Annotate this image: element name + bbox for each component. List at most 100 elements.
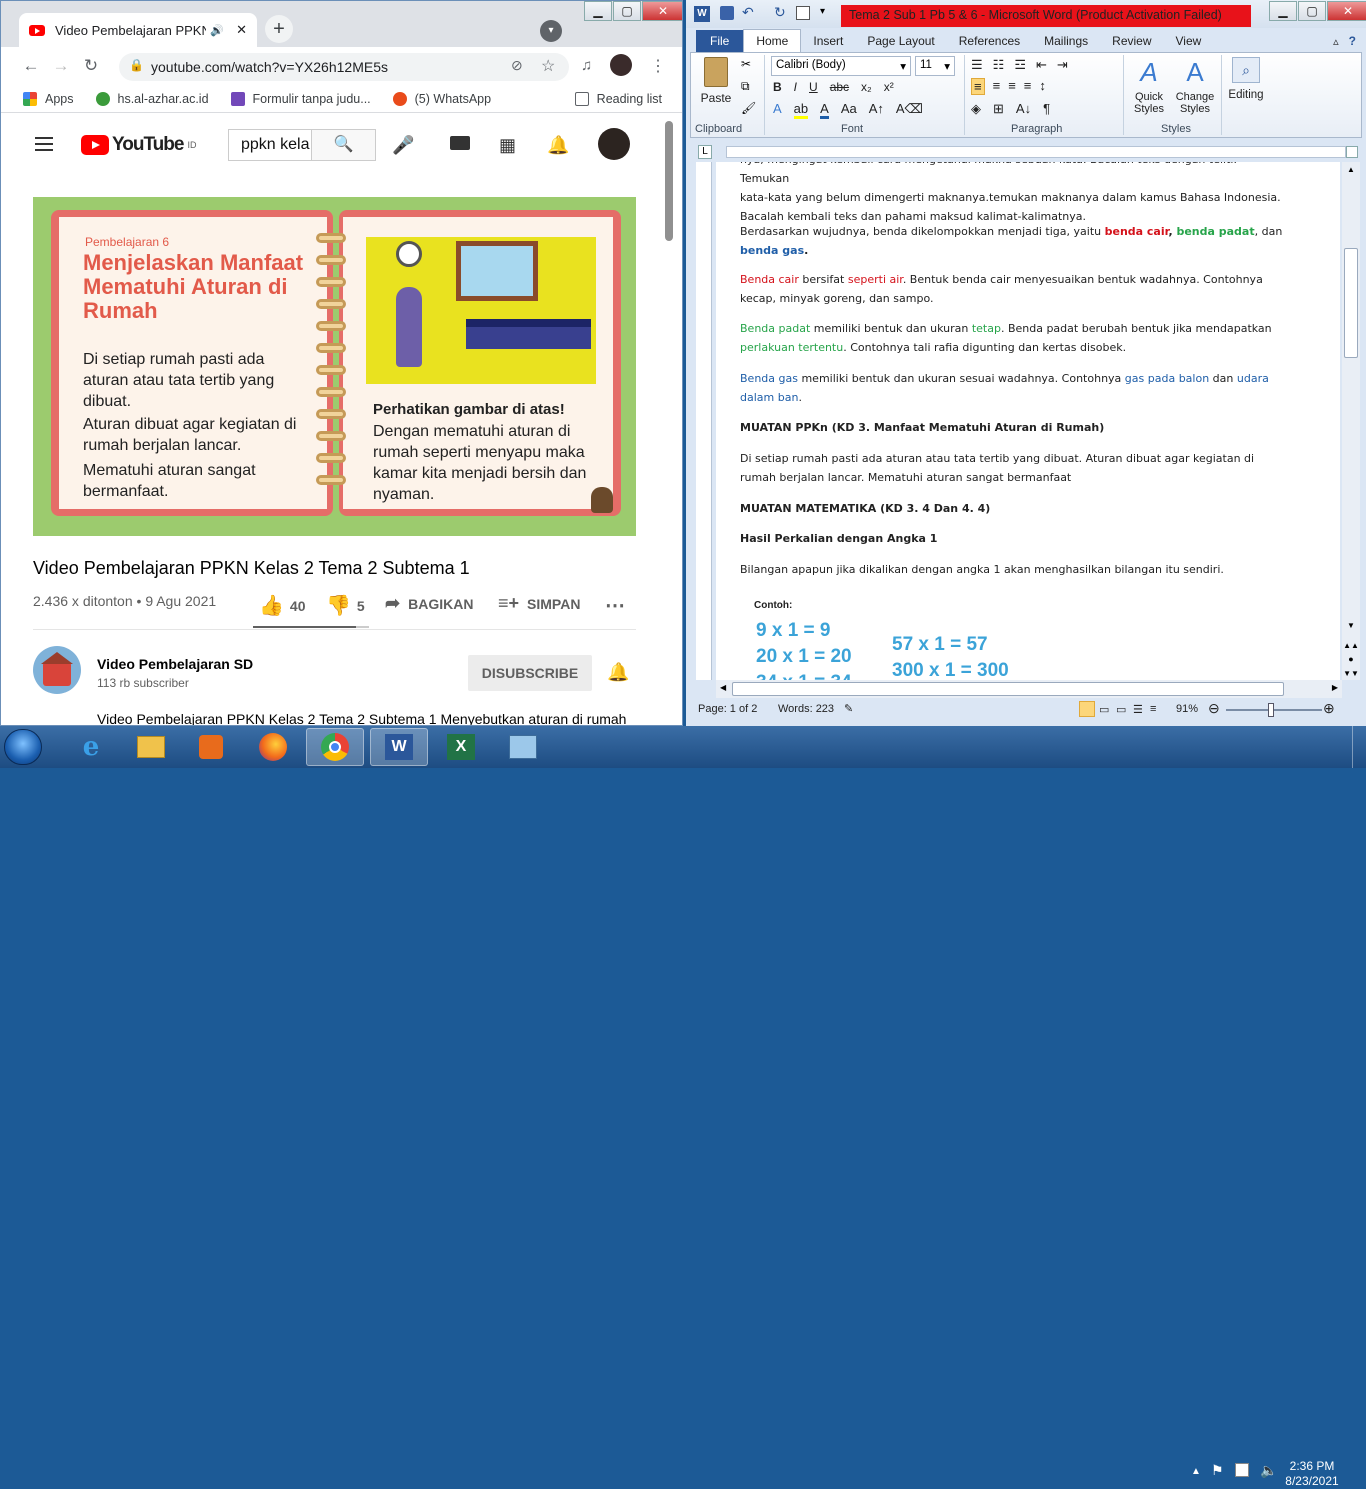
notification-bell-icon[interactable]: 🔔 — [607, 662, 629, 683]
back-icon[interactable]: ← — [16, 56, 46, 76]
help-icon[interactable]: ? — [1345, 30, 1366, 52]
bullets-icon[interactable]: ☰ — [971, 57, 983, 73]
tab-search-icon[interactable]: ▾ — [540, 20, 562, 42]
subscribe-button[interactable]: DISUBSCRIBE — [468, 655, 592, 691]
grow-font-icon[interactable]: A↑ — [869, 101, 884, 119]
zoom-slider-thumb[interactable] — [1268, 703, 1274, 717]
bookmark-forms[interactable]: Formulir tanpa judu... — [230, 91, 371, 106]
minimize-button[interactable]: ▁ — [584, 1, 612, 21]
youtube-logo[interactable]: YouTube ID — [81, 134, 196, 156]
proofing-icon[interactable]: ✎ — [844, 702, 853, 715]
apps-grid-icon[interactable]: ▦ — [499, 135, 516, 156]
reload-icon[interactable]: ↻ — [76, 56, 106, 76]
next-page-icon[interactable]: ▼▼ — [1342, 669, 1360, 678]
text-effects-icon[interactable]: A — [773, 101, 782, 119]
scroll-up-icon[interactable]: ▲ — [1342, 162, 1360, 178]
zoom-in-icon[interactable]: ⊕ — [1323, 700, 1335, 717]
taskbar-excel[interactable]: X — [432, 728, 490, 766]
subscript-icon[interactable]: x₂ — [861, 80, 872, 94]
font-size-select[interactable]: 11 ▾ — [915, 56, 955, 76]
customize-toolbar-icon[interactable]: ▾ — [820, 6, 825, 17]
previous-page-icon[interactable]: ▲▲ — [1342, 641, 1360, 650]
create-video-icon[interactable] — [450, 136, 470, 150]
strikethrough-icon[interactable]: abc — [830, 80, 849, 94]
show-hidden-icons[interactable]: ▲ — [1191, 1466, 1201, 1477]
decrease-indent-icon[interactable]: ⇤ — [1036, 57, 1047, 73]
menu-kebab-icon[interactable]: ⋮ — [650, 56, 666, 76]
paste-button[interactable]: Paste — [699, 57, 733, 115]
reading-list[interactable]: Reading list — [574, 91, 662, 106]
youtube-search-input[interactable]: ppkn kela 🔍 — [228, 129, 376, 161]
tab-selector[interactable]: L — [698, 145, 712, 159]
save-button[interactable]: ≡+ SIMPAN — [498, 593, 580, 614]
italic-icon[interactable]: I — [794, 80, 797, 94]
font-color-icon[interactable]: A — [820, 101, 829, 119]
align-right-icon[interactable]: ≡ — [1008, 78, 1016, 95]
taskbar-word[interactable]: W — [370, 728, 428, 766]
outline-view-icon[interactable]: ☰ — [1133, 703, 1143, 716]
horizontal-ruler[interactable] — [726, 146, 1346, 158]
copy-icon[interactable]: ⧉ — [741, 79, 750, 94]
underline-icon[interactable]: U — [809, 80, 818, 94]
redo-icon[interactable]: ↻ — [774, 4, 786, 21]
scroll-down-icon[interactable]: ▼ — [1342, 621, 1360, 630]
web-layout-view-icon[interactable]: ▭ — [1116, 703, 1126, 716]
multilevel-list-icon[interactable]: ☲ — [1014, 57, 1026, 73]
bold-icon[interactable]: B — [773, 80, 782, 94]
change-styles-button[interactable]: A Change Styles — [1173, 57, 1217, 115]
tab-review[interactable]: Review — [1100, 30, 1163, 52]
notifications-bell-icon[interactable]: 🔔 — [547, 135, 569, 156]
highlight-icon[interactable]: ab — [793, 101, 809, 119]
editing-button[interactable]: ⌕ Editing — [1225, 57, 1267, 101]
draft-view-icon[interactable]: ≡ — [1150, 703, 1156, 715]
quick-styles-button[interactable]: A Quick Styles — [1129, 57, 1169, 115]
format-painter-icon[interactable]: 🖌 — [741, 101, 756, 115]
document-vertical-scrollbar[interactable]: ▲ ▼ ▲▲ ● ▼▼ — [1342, 162, 1360, 680]
status-word-count[interactable]: Words: 223 — [778, 703, 834, 715]
maximize-button[interactable]: ▢ — [613, 1, 641, 21]
document-horizontal-scrollbar[interactable]: ◀ ▶ — [716, 680, 1342, 698]
bookmark-whatsapp[interactable]: (5) WhatsApp — [392, 91, 491, 106]
search-icon[interactable]: 🔍 — [311, 130, 375, 160]
taskbar-explorer[interactable] — [122, 728, 180, 766]
change-case-icon[interactable]: Aa — [841, 101, 857, 119]
status-page-count[interactable]: Page: 1 of 2 — [698, 703, 757, 715]
bookmark-apps[interactable]: Apps — [23, 91, 74, 106]
print-preview-icon[interactable] — [796, 6, 810, 20]
scrollbar-thumb[interactable] — [1344, 248, 1358, 358]
hamburger-menu-icon[interactable] — [35, 137, 53, 151]
tab-home[interactable]: Home — [743, 29, 802, 52]
tracking-off-icon[interactable]: ⊘ — [511, 57, 523, 74]
page-scrollbar[interactable] — [661, 119, 682, 725]
print-layout-view-icon[interactable] — [1079, 701, 1095, 717]
document-page[interactable]: nya, mengingat kembali cara mengetahui m… — [716, 162, 1340, 680]
show-formatting-icon[interactable]: ¶ — [1043, 101, 1050, 117]
action-center-flag-icon[interactable]: ⚑ — [1211, 1462, 1224, 1479]
tab-file[interactable]: File — [696, 30, 744, 52]
tab-page-layout[interactable]: Page Layout — [855, 30, 946, 52]
tab-insert[interactable]: Insert — [801, 30, 855, 52]
taskbar-chrome[interactable] — [306, 728, 364, 766]
taskbar-control-panel[interactable] — [494, 728, 552, 766]
h-scrollbar-thumb[interactable] — [732, 682, 1284, 696]
zoom-out-icon[interactable]: ⊖ — [1208, 700, 1220, 717]
channel-name[interactable]: Video Pembelajaran SD — [97, 656, 253, 672]
vertical-ruler[interactable] — [696, 162, 712, 680]
more-actions-icon[interactable]: ⋯ — [605, 593, 625, 618]
start-button[interactable] — [4, 729, 42, 765]
align-center-icon[interactable]: ≡ — [993, 78, 1001, 95]
tab-view[interactable]: View — [1164, 30, 1214, 52]
borders-icon[interactable]: ⊞ — [993, 101, 1004, 117]
like-button[interactable]: 👍 40 — [259, 593, 305, 618]
dislike-button[interactable]: 👎 5 — [326, 593, 365, 618]
tab-references[interactable]: References — [947, 30, 1032, 52]
chrome-tab-youtube[interactable]: Video Pembelajaran PPKN Ke 🔊 ✕ — [19, 13, 257, 47]
word-minimize-button[interactable]: ▁ — [1269, 1, 1297, 21]
sort-icon[interactable]: A↓ — [1016, 101, 1031, 117]
zoom-slider[interactable] — [1226, 703, 1322, 717]
shading-icon[interactable]: ◈ — [971, 101, 981, 117]
taskbar-clock[interactable]: 2:36 PM 8/23/2021 — [1282, 1459, 1342, 1489]
font-name-select[interactable]: Calibri (Body) ▾ — [771, 56, 911, 76]
share-button[interactable]: ➦ BAGIKAN — [385, 593, 473, 614]
zoom-level[interactable]: 91% — [1176, 703, 1198, 715]
